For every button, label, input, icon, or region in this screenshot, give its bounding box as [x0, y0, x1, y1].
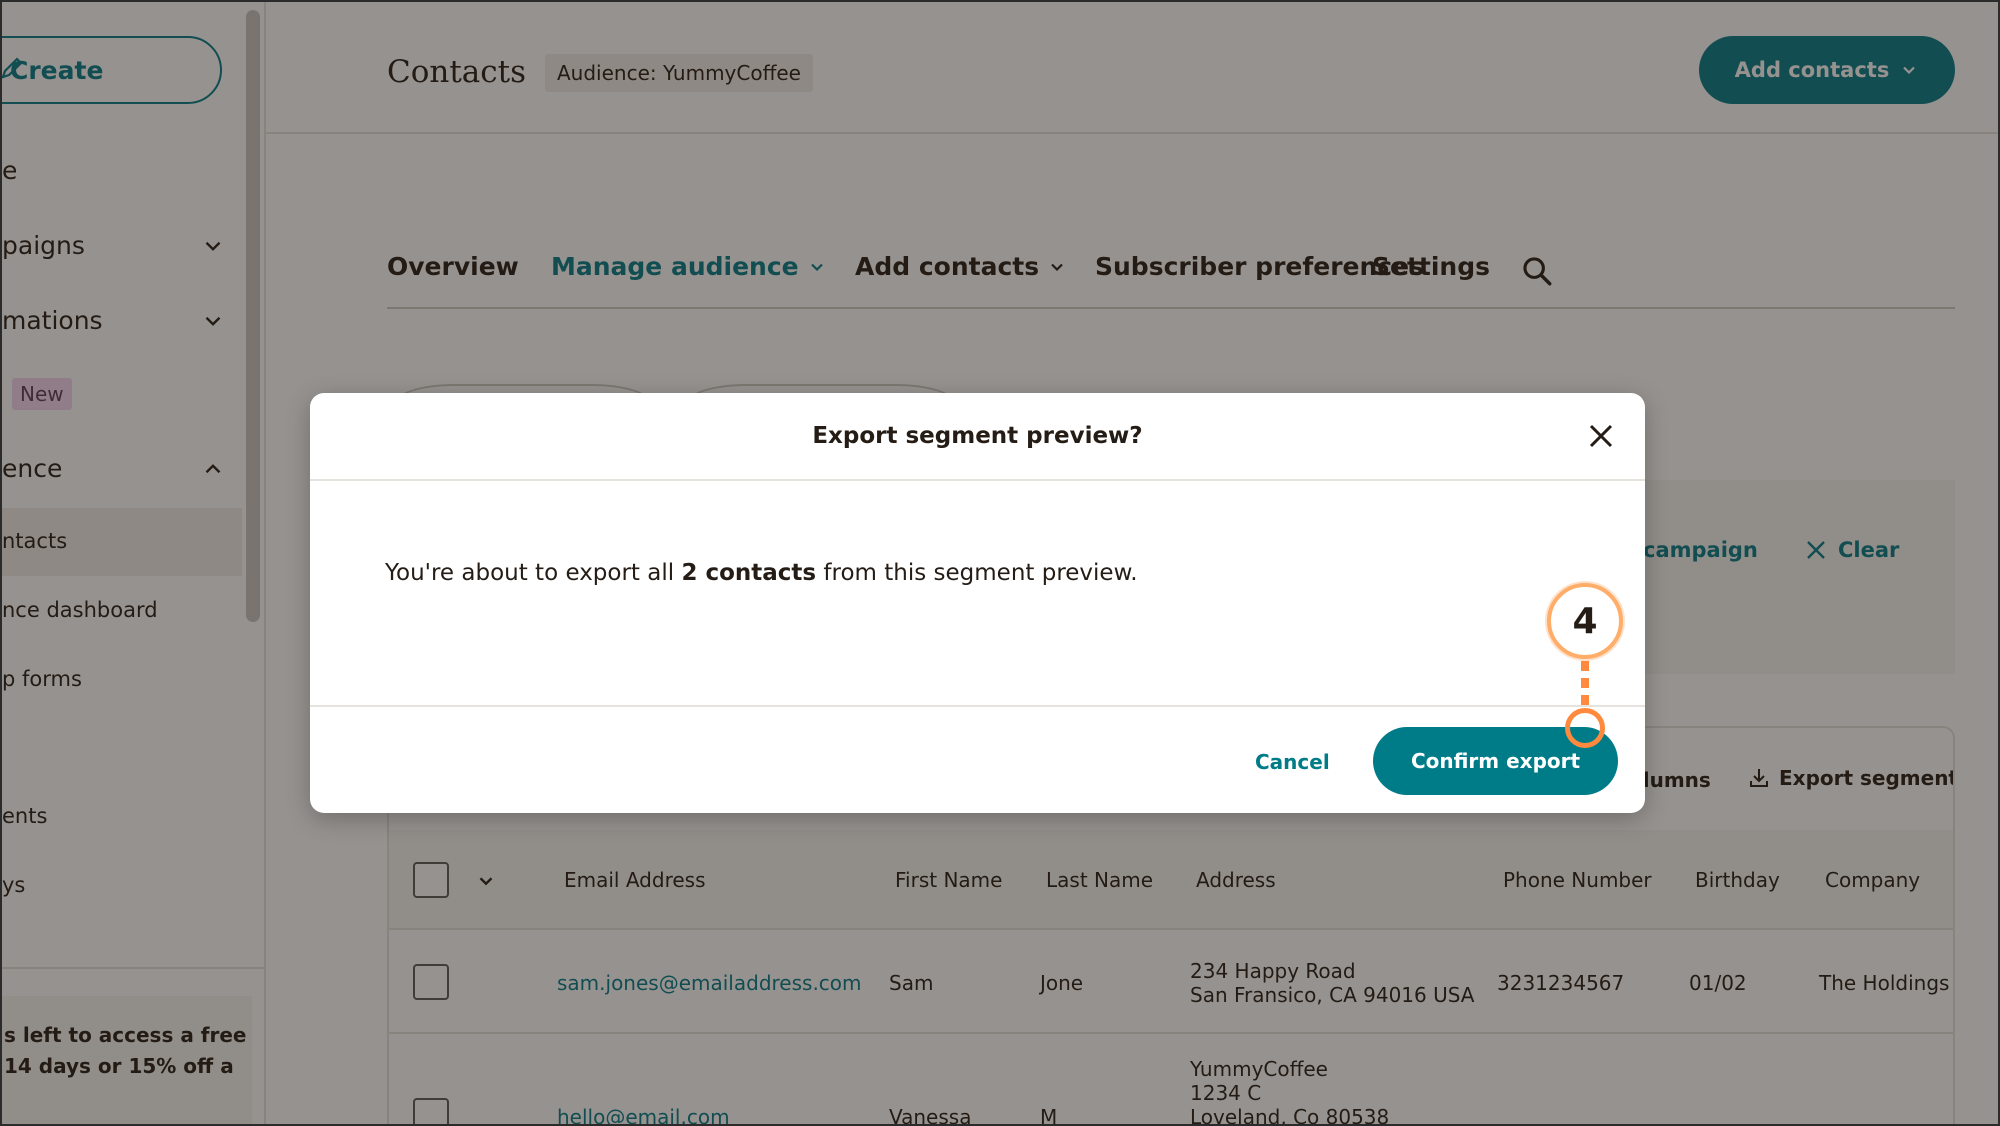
step-connector: [1581, 678, 1589, 688]
cancel-button[interactable]: Cancel: [1255, 750, 1330, 774]
step-target-marker: [1565, 708, 1605, 748]
app-window: Create e paigns mations New ence ntacts …: [0, 0, 2000, 1126]
confirm-export-label: Confirm export: [1410, 749, 1581, 773]
contact-count: 2 contacts: [681, 560, 817, 586]
step-connector: [1581, 661, 1589, 671]
close-icon[interactable]: [1586, 421, 1616, 451]
step-number-badge: 4: [1547, 583, 1623, 659]
modal-message: You're about to export all 2 contacts fr…: [385, 560, 1138, 586]
modal-title: Export segment preview?: [812, 423, 1143, 449]
modal-header: Export segment preview?: [310, 393, 1645, 481]
step-connector: [1581, 695, 1589, 705]
export-modal: Export segment preview? You're about to …: [310, 393, 1645, 813]
